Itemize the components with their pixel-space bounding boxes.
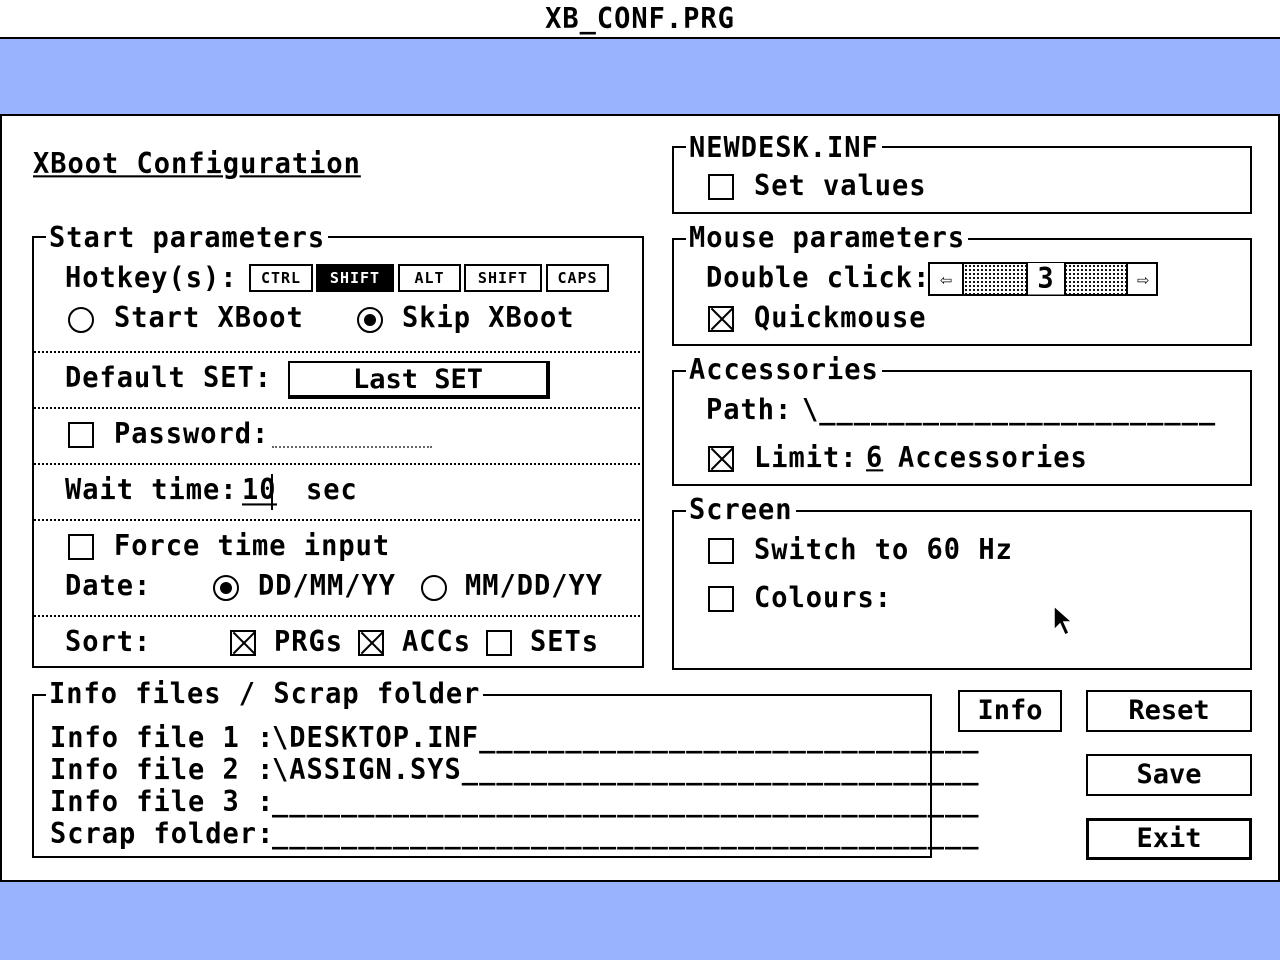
divider [34,351,640,353]
info-file-2-input[interactable]: \ASSIGN.SYS_____________________________… [272,754,979,788]
default-set-label: Default SET: [65,362,273,395]
title-bar: XB_CONF.PRG [0,0,1280,39]
dialog-heading: XBoot Configuration [33,148,361,181]
sort-accs-checkbox[interactable] [358,630,384,656]
desktop-background-top [0,39,1280,114]
radio-skip-xboot-label[interactable]: Skip XBoot [402,302,575,336]
limit-label[interactable]: Limit: [754,442,858,476]
hotkey-shift-left[interactable]: SHIFT [316,264,394,292]
desktop-background-bottom [0,882,1280,960]
sort-label: Sort: [65,626,152,659]
divider [34,519,640,521]
hotkey-caps[interactable]: CAPS [546,264,609,292]
wait-time-label: Wait time: [65,474,238,507]
double-click-value[interactable]: 3 [1026,263,1066,296]
quickmouse-checkbox[interactable] [708,306,734,332]
radio-date-mmddyy[interactable] [421,575,447,601]
date-label: Date: [65,570,152,603]
switch-60hz-checkbox[interactable] [708,538,734,564]
scrap-folder-label: Scrap folder: [50,818,275,851]
scrap-folder-input[interactable]: ________________________________________… [272,818,979,852]
double-click-slider[interactable]: ⇦ 3 ⇨ [928,262,1158,296]
hotkey-alt[interactable]: ALT [398,264,461,292]
colours-label[interactable]: Colours: [754,582,892,616]
arrow-left-icon[interactable]: ⇦ [930,264,964,294]
radio-start-xboot-label[interactable]: Start XBoot [114,302,304,336]
info-file-1-input[interactable]: \DESKTOP.INF____________________________… [272,722,979,756]
hotkey-label: Hotkey(s): [65,262,238,295]
divider [34,615,640,617]
screen-title: Screen [686,494,796,528]
switch-60hz-label[interactable]: Switch to 60 Hz [754,534,1013,568]
quickmouse-label[interactable]: Quickmouse [754,302,927,336]
sort-accs-label[interactable]: ACCs [402,626,471,660]
path-input[interactable]: \_______________________ [802,394,1216,428]
password-label: Password: [114,418,270,451]
set-values-label[interactable]: Set values [754,170,927,204]
start-parameters-title: Start parameters [46,222,329,256]
info-file-3-input[interactable]: ________________________________________… [272,786,979,820]
sort-sets-label[interactable]: SETs [530,626,599,660]
info-button[interactable]: Info [958,690,1062,732]
force-time-label[interactable]: Force time input [114,530,390,564]
double-click-label: Double click: [706,262,931,295]
radio-start-xboot[interactable] [68,307,94,333]
sort-prgs-label[interactable]: PRGs [274,626,343,660]
slider-track-right[interactable] [1064,264,1126,294]
accessories-title: Accessories [686,354,882,388]
save-button[interactable]: Save [1086,754,1252,796]
hotkey-shift-right[interactable]: SHIFT [464,264,542,292]
reset-button[interactable]: Reset [1086,690,1252,732]
mouse-pointer-icon [1053,604,1074,637]
sort-prgs-checkbox[interactable] [230,630,256,656]
path-label: Path: [706,394,793,427]
colours-checkbox[interactable] [708,586,734,612]
radio-date-mmddyy-label[interactable]: MM/DD/YY [465,570,603,604]
radio-date-ddmmyy[interactable] [213,575,239,601]
exit-button[interactable]: Exit [1086,818,1252,860]
mouse-parameters-title: Mouse parameters [686,222,969,256]
set-values-checkbox[interactable] [708,174,734,200]
divider [34,407,640,409]
default-set-button[interactable]: Last SET [288,361,550,399]
limit-value[interactable]: 6 [866,442,883,476]
info-files-title: Info files / Scrap folder [46,678,484,712]
info-file-3-label: Info file 3 : [50,786,275,819]
radio-skip-xboot[interactable] [357,307,383,333]
limit-suffix: Accessories [898,442,1088,475]
info-file-1-label: Info file 1 : [50,722,275,755]
wait-time-unit: sec [306,474,358,507]
divider [34,463,640,465]
limit-checkbox[interactable] [708,446,734,472]
hotkey-ctrl[interactable]: CTRL [249,264,313,292]
arrow-right-icon[interactable]: ⇨ [1126,264,1158,294]
info-file-2-label: Info file 2 : [50,754,275,787]
newdesk-title: NEWDESK.INF [686,132,882,166]
sort-sets-checkbox[interactable] [486,630,512,656]
text-cursor [271,474,273,510]
radio-date-ddmmyy-label[interactable]: DD/MM/YY [258,570,396,604]
window-title: XB_CONF.PRG [545,3,735,36]
password-input[interactable] [272,442,432,448]
config-dialog: XBoot Configuration Start parameters Hot… [0,114,1280,882]
password-checkbox[interactable] [68,422,94,448]
slider-track-left[interactable] [964,264,1026,294]
force-time-checkbox[interactable] [68,534,94,560]
